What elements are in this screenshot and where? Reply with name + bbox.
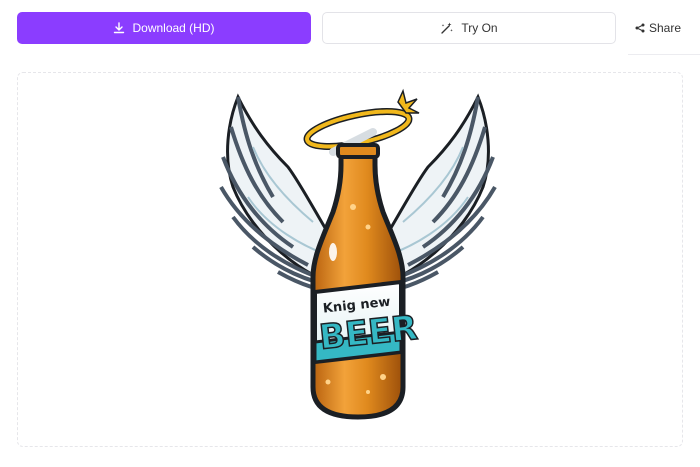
try-on-button[interactable]: Try On [322, 12, 616, 44]
share-button[interactable]: Share [628, 12, 688, 44]
beer-bottle-artwork: Knig new BEER [219, 88, 497, 420]
share-icon [635, 23, 645, 33]
download-button[interactable]: Download (HD) [17, 12, 311, 44]
beer-bottle [310, 143, 406, 420]
share-label: Share [648, 21, 682, 35]
image-preview-panel: Knig new BEER [17, 72, 683, 447]
magic-wand-icon [441, 22, 454, 34]
action-toolbar: Download (HD) Try On Share [0, 0, 700, 56]
download-label: Download (HD) [132, 21, 215, 35]
download-icon [114, 22, 125, 34]
toolbar-divider [628, 54, 700, 55]
try-on-label: Try On [461, 21, 498, 35]
